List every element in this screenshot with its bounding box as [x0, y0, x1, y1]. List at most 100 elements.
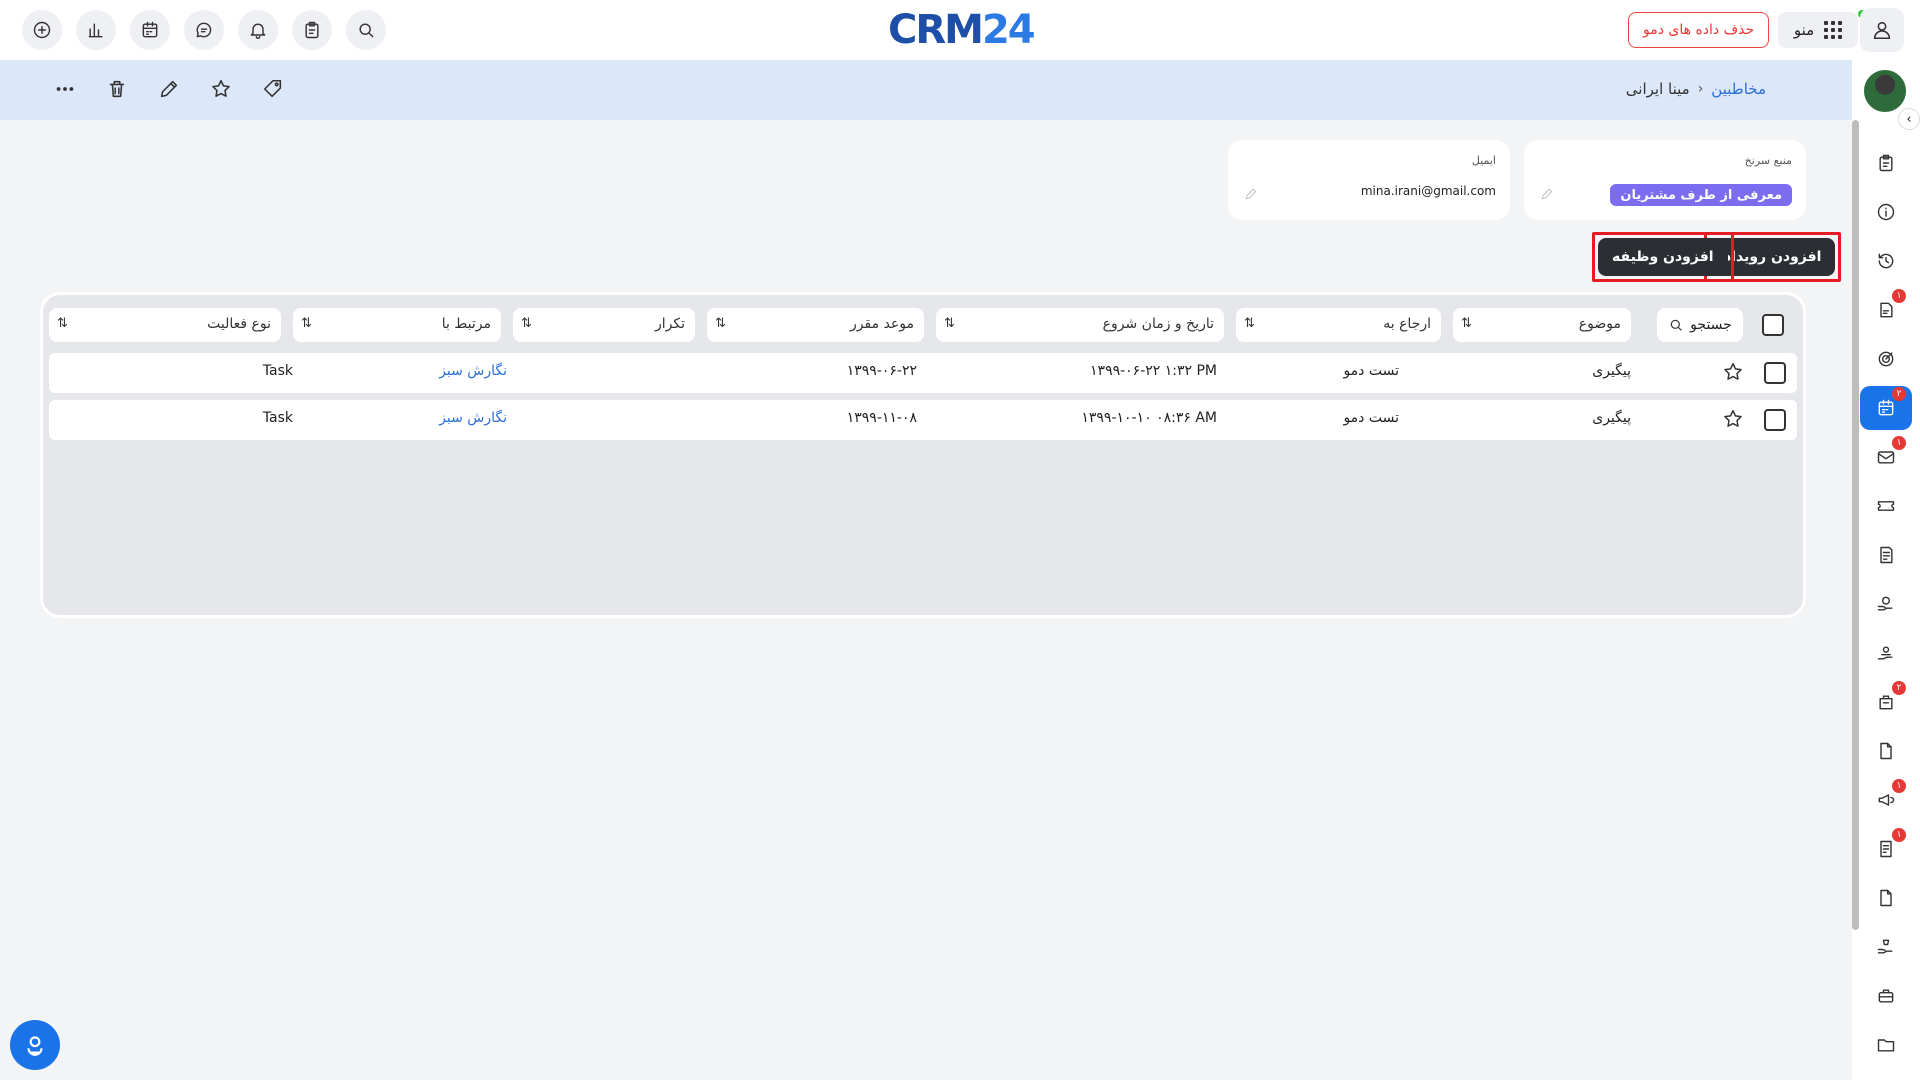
cell-due-date: ۱۳۹۹-۱۱-۰۸	[846, 410, 917, 426]
sort-icon: ⇅	[521, 316, 532, 331]
chart-icon	[88, 23, 103, 38]
contact-avatar[interactable]	[1862, 68, 1908, 114]
table-row[interactable]: پیگیری تست دمو ۱۳۹۹-۰۶-۲۲ ۱:۳۲ PM ۱۳۹۹-۰…	[49, 353, 1797, 393]
chat-button[interactable]	[184, 10, 224, 50]
sidebar-item-events[interactable]: ۲	[1852, 383, 1920, 432]
sidebar-item-folders[interactable]	[1852, 1020, 1920, 1069]
sidebar-item-payments[interactable]	[1852, 922, 1920, 971]
sort-icon: ⇅	[1461, 316, 1472, 331]
column-label: تاریخ و زمان شروع	[1102, 316, 1214, 332]
breadcrumb: مخاطبین › مینا ایرانی	[1626, 80, 1766, 98]
right-sidebar: ‹ ۱ ۲ ۱ ۲ ۱ ۱	[1852, 60, 1920, 1080]
apps-grid-icon	[1824, 21, 1843, 39]
row-favorite-button[interactable]	[1722, 408, 1744, 430]
campaigns-badge: ۱	[1892, 779, 1906, 793]
delete-demo-data-button[interactable]: حذف داده های دمو	[1628, 12, 1770, 48]
sidebar-item-invoices[interactable]: ۱	[1852, 824, 1920, 873]
sidebar-item-contracts[interactable]	[1852, 873, 1920, 922]
logo-number: 24	[981, 7, 1036, 53]
user-icon	[1873, 21, 1891, 40]
column-label: ارجاع به	[1383, 316, 1431, 332]
table-row[interactable]: پیگیری تست دمو ۱۳۹۹-۱۰-۱۰ ۰۸:۳۶ AM ۱۳۹۹-…	[49, 400, 1797, 440]
megaphone-icon	[1878, 793, 1895, 806]
tasks-button[interactable]	[292, 10, 332, 50]
add-task-button[interactable]: افزودن وظیفه	[1598, 238, 1728, 276]
reports-button[interactable]	[76, 10, 116, 50]
breadcrumb-current: مینا ایرانی	[1625, 80, 1690, 98]
cell-related-link[interactable]: نگارش سبز	[439, 363, 507, 379]
cell-activity-type: Task	[262, 363, 293, 379]
sidebar-item-notes[interactable]: ۱	[1852, 285, 1920, 334]
column-header-related[interactable]: مرتبط با ⇅	[293, 308, 501, 342]
sidebar-item-summary[interactable]	[1852, 138, 1920, 187]
activities-table: جستجو موضوع ⇅ ارجاع به ⇅ تاریخ و زمان شروع…	[40, 292, 1806, 618]
sidebar-item-quotes[interactable]: ۲	[1852, 677, 1920, 726]
table-search-button[interactable]: جستجو	[1657, 308, 1743, 342]
breadcrumb-contacts-link[interactable]: مخاطبین	[1711, 80, 1766, 98]
briefcase-icon	[1878, 988, 1894, 1003]
row-checkbox[interactable]	[1764, 409, 1786, 431]
star-icon	[1724, 363, 1742, 380]
column-header-assigned[interactable]: ارجاع به ⇅	[1236, 308, 1441, 342]
plus-circle-icon	[33, 21, 51, 39]
search-button[interactable]	[346, 10, 386, 50]
quotes-badge: ۲	[1892, 681, 1906, 695]
sidebar-item-opportunities[interactable]	[1852, 628, 1920, 677]
sidebar-item-info[interactable]	[1852, 187, 1920, 236]
sidebar-item-deals[interactable]	[1852, 579, 1920, 628]
sidebar-scrollbar[interactable]	[1852, 120, 1860, 930]
row-favorite-button[interactable]	[1722, 361, 1744, 383]
column-header-subject[interactable]: موضوع ⇅	[1453, 308, 1631, 342]
calendar-button[interactable]	[130, 10, 170, 50]
sidebar-item-projects[interactable]	[1852, 971, 1920, 1020]
add-button[interactable]	[22, 10, 62, 50]
column-label: نوع فعالیت	[207, 316, 271, 332]
tag-icon[interactable]	[262, 78, 284, 100]
hand-money-icon	[1877, 939, 1893, 954]
email-field: ایمیل mina.irani@gmail.com	[1228, 140, 1510, 220]
cell-related-link[interactable]: نگارش سبز	[439, 410, 507, 426]
sidebar-item-history[interactable]	[1852, 236, 1920, 285]
add-task-highlight: افزودن وظیفه	[1592, 232, 1734, 282]
sort-icon: ⇅	[301, 316, 312, 331]
edit-email-button[interactable]	[1244, 186, 1258, 200]
sidebar-item-files[interactable]	[1852, 726, 1920, 775]
mail-badge: ۱	[1892, 436, 1906, 450]
menu-button[interactable]: منو	[1778, 12, 1858, 48]
scrollbar-thumb[interactable]	[1852, 120, 1859, 930]
sort-icon: ⇅	[944, 316, 955, 331]
support-chat-button[interactable]	[10, 1020, 60, 1070]
cell-activity-type: Task	[262, 410, 293, 426]
column-header-due-date[interactable]: موعد مقرر ⇅	[707, 308, 924, 342]
email-value: mina.irani@gmail.com	[1360, 184, 1496, 198]
pencil-icon[interactable]	[158, 78, 180, 100]
user-profile-button[interactable]	[1860, 8, 1904, 52]
trash-icon[interactable]	[106, 78, 128, 100]
sidebar-item-documents[interactable]	[1852, 530, 1920, 579]
more-icon[interactable]	[54, 78, 76, 100]
sort-icon: ⇅	[715, 316, 726, 331]
lead-source-label: منبع سرنخ	[1744, 154, 1792, 167]
sidebar-item-mail[interactable]: ۱	[1852, 432, 1920, 481]
column-header-repeat[interactable]: تکرار ⇅	[513, 308, 695, 342]
sidebar-item-tickets[interactable]	[1852, 481, 1920, 530]
crm24-logo[interactable]: CRM 24	[888, 6, 1036, 54]
sidebar-item-goals[interactable]	[1852, 334, 1920, 383]
sidebar-item-campaigns[interactable]: ۱	[1852, 775, 1920, 824]
sort-icon: ⇅	[1244, 316, 1255, 331]
star-icon[interactable]	[210, 78, 232, 100]
top-bar: CRM 24 حذف داده های دمو منو	[0, 0, 1920, 60]
notifications-button[interactable]	[238, 10, 278, 50]
target-icon	[1878, 351, 1894, 366]
breadcrumb-separator: ›	[1697, 81, 1704, 97]
cell-start-date: ۱۳۹۹-۱۰-۱۰ ۰۸:۳۶ AM	[1081, 410, 1217, 426]
column-header-start-date[interactable]: تاریخ و زمان شروع ⇅	[936, 308, 1224, 342]
column-label: موضوع	[1578, 316, 1621, 332]
table-search-label: جستجو	[1690, 317, 1732, 333]
lead-source-chip: معرفی از طرف مشتریان	[1610, 184, 1792, 206]
collapse-sidebar-button[interactable]: ‹	[1898, 108, 1920, 130]
select-all-checkbox[interactable]	[1762, 314, 1784, 336]
column-header-activity-type[interactable]: نوع فعالیت ⇅	[49, 308, 281, 342]
edit-lead-source-button[interactable]	[1540, 186, 1554, 200]
row-checkbox[interactable]	[1764, 362, 1786, 384]
